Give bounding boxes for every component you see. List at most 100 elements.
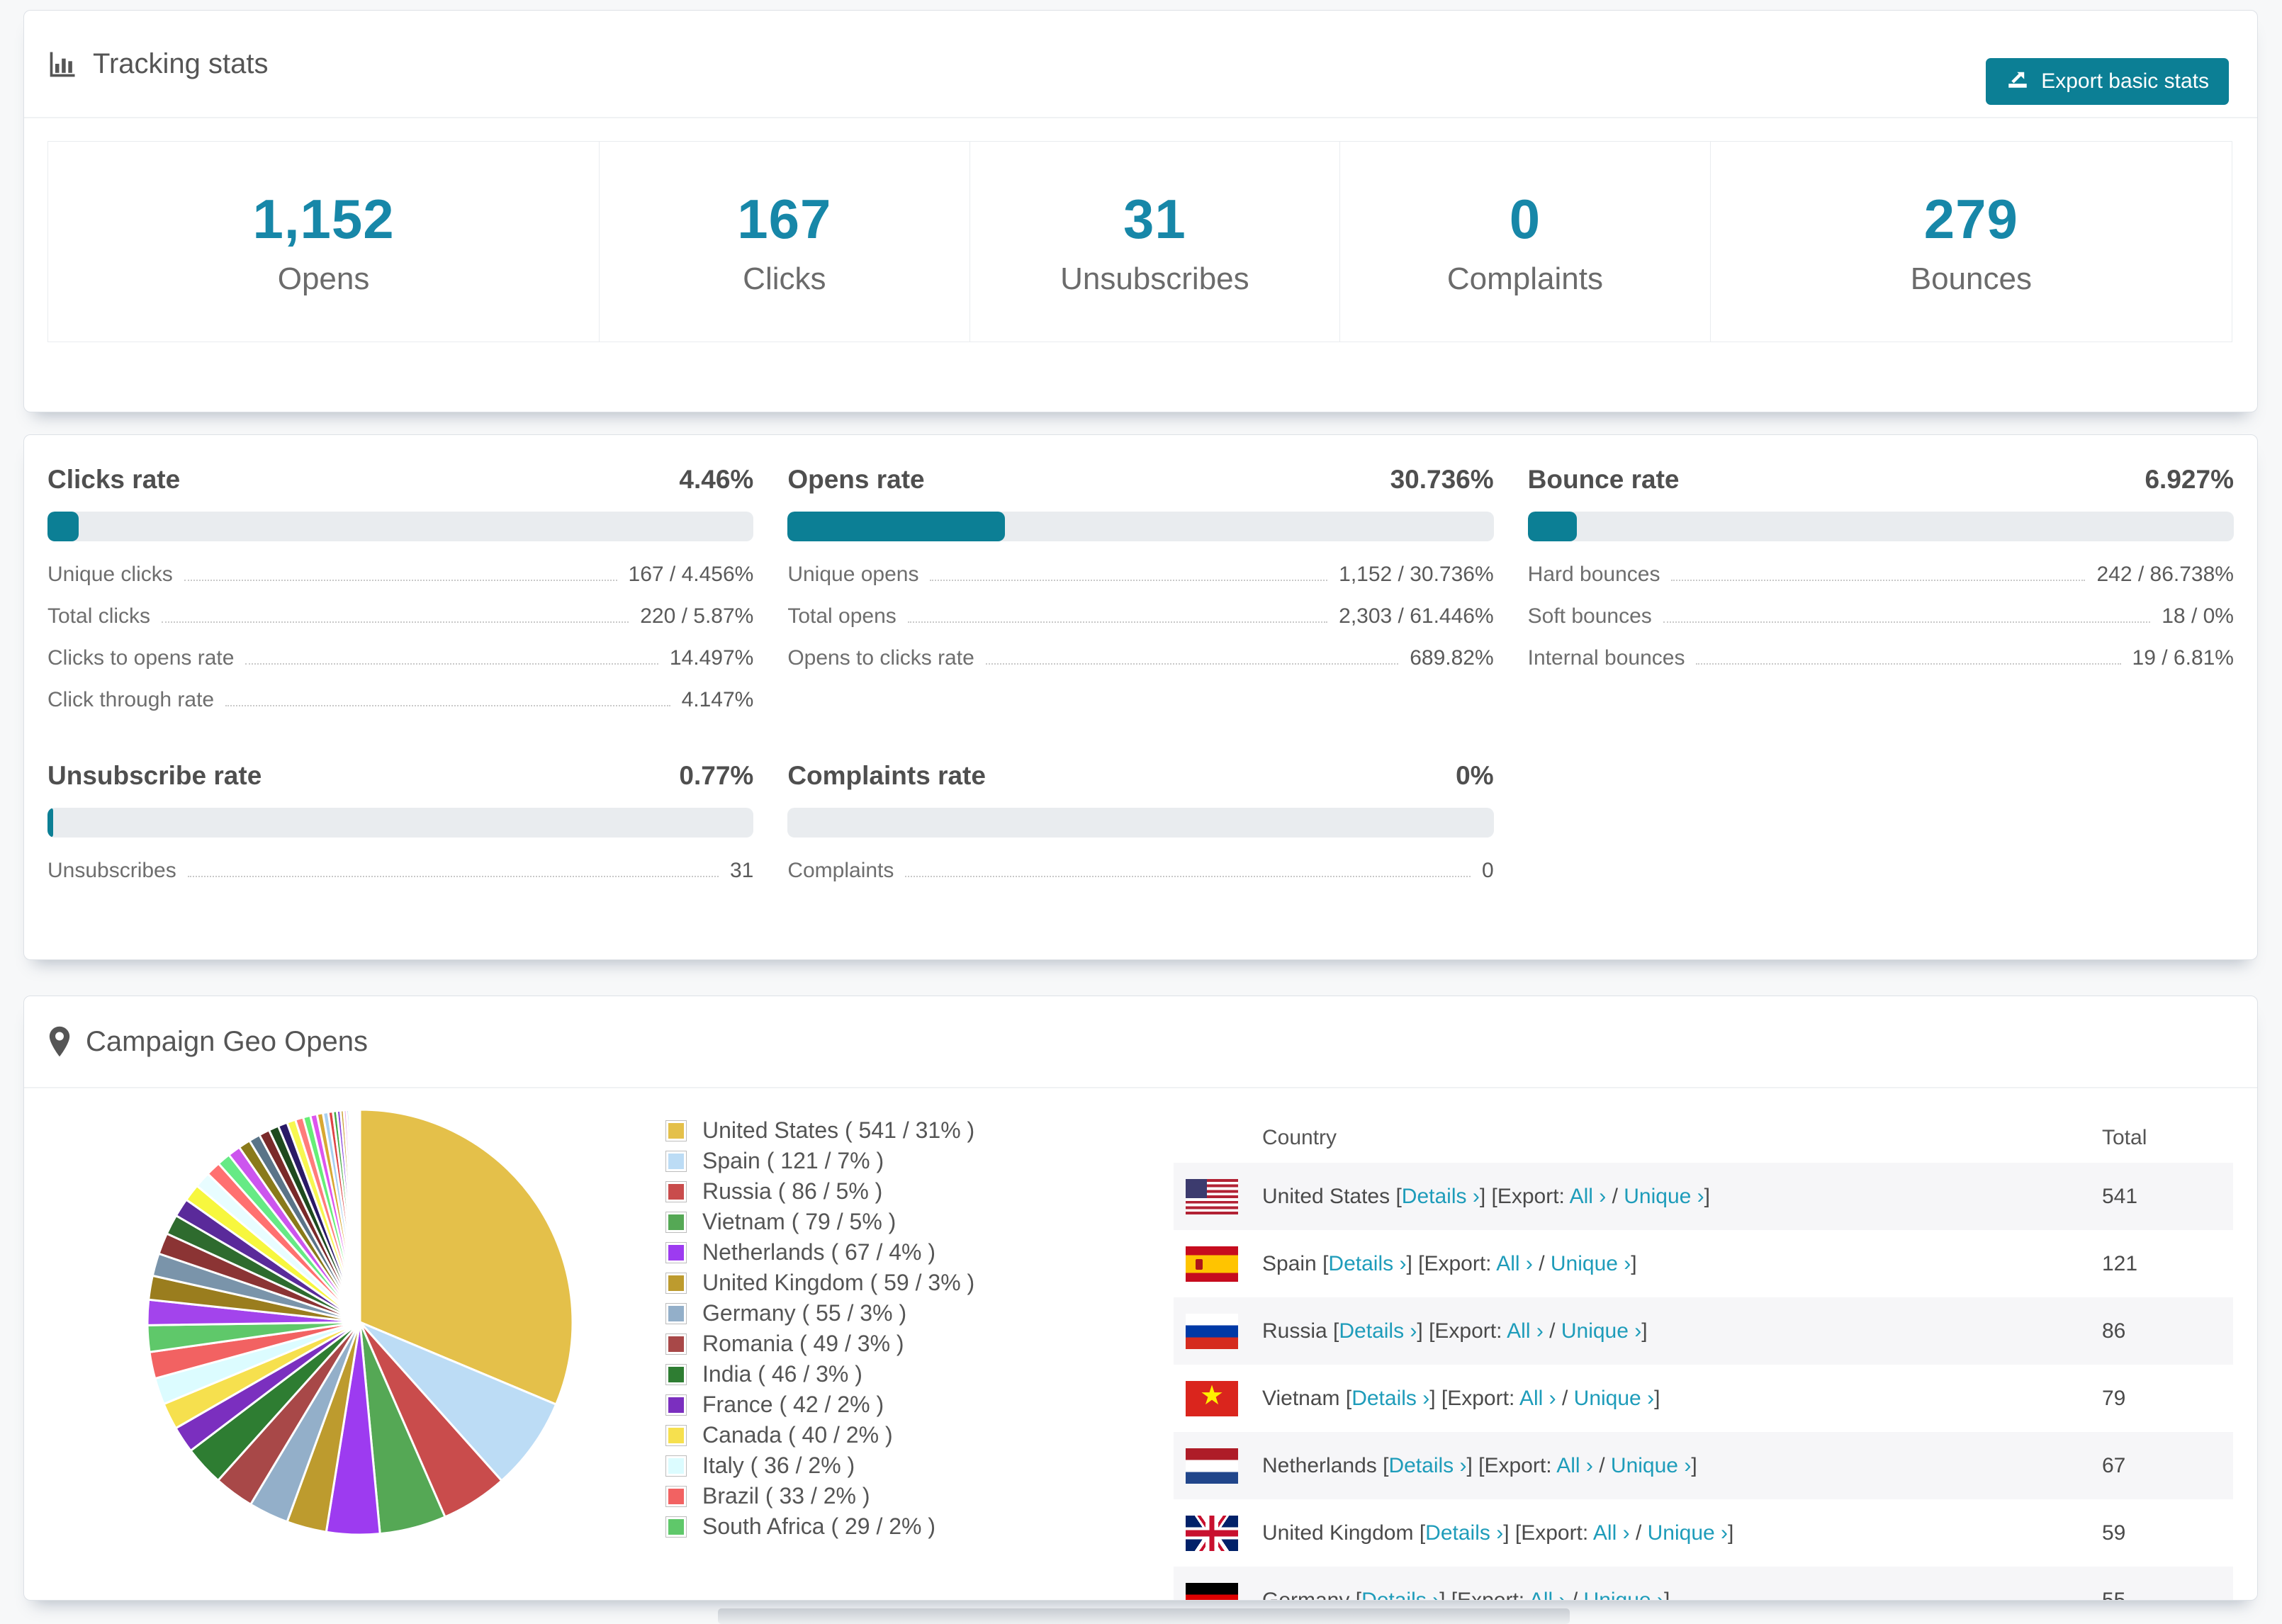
export-all-link[interactable]: All › [1556, 1454, 1593, 1477]
complaints-rate-block: Complaints rate 0% Complaints 0 [787, 761, 1494, 901]
complaints-rate-progressbar [787, 808, 1494, 838]
legend-label: Canada ( 40 / 2% ) [702, 1422, 893, 1448]
legend-item: Netherlands ( 67 / 4% ) [665, 1237, 974, 1268]
rate-row-label: Clicks to opens rate [47, 646, 235, 670]
legend-item: United States ( 541 / 31% ) [665, 1115, 974, 1146]
stat-label: Clicks [743, 261, 826, 296]
export-unique-link[interactable]: Unique › [1648, 1521, 1728, 1545]
country-name: Germany [1262, 1588, 1350, 1601]
country-name: United Kingdom [1262, 1521, 1414, 1545]
rate-row-value: 18 / 0% [2162, 604, 2234, 628]
rate-list-row: Clicks to opens rate 14.497% [47, 646, 753, 688]
stat-boxes-row: 1,152 Opens 167 Clicks 31 Unsubscribes 0… [47, 141, 2233, 342]
stat-label: Complaints [1446, 261, 1603, 296]
card-title-text: Campaign Geo Opens [86, 1025, 369, 1057]
rate-list-row: Soft bounces 18 / 0% [1528, 604, 2234, 646]
legend-item: South Africa ( 29 / 2% ) [665, 1511, 974, 1542]
legend-label: Brazil ( 33 / 2% ) [702, 1483, 870, 1509]
unsubscribe-rate-list: Unsubscribes 31 [47, 859, 753, 901]
details-link[interactable]: Details › [1328, 1252, 1406, 1275]
legend-item: France ( 42 / 2% ) [665, 1389, 974, 1420]
stat-label: Bounces [1910, 261, 2032, 296]
details-link[interactable]: Details › [1339, 1319, 1417, 1343]
export-unique-link[interactable]: Unique › [1611, 1454, 1691, 1477]
rate-row-value: 31 [729, 859, 754, 882]
export-unique-link[interactable]: Unique › [1561, 1319, 1641, 1343]
export-all-link[interactable]: All › [1593, 1521, 1630, 1545]
details-link[interactable]: Details › [1361, 1589, 1439, 1601]
table-header: Country Total [1174, 1113, 2233, 1163]
rate-row-value: 2,303 / 61.446% [1339, 604, 1494, 628]
country-total: 121 [2102, 1251, 2138, 1275]
legend-label: Romania ( 49 / 3% ) [702, 1331, 904, 1356]
complaints-rate-list: Complaints 0 [787, 859, 1493, 901]
legend-item: Canada ( 40 / 2% ) [665, 1420, 974, 1450]
export-all-link[interactable]: All › [1529, 1589, 1566, 1601]
column-header-country: Country [1262, 1126, 1337, 1149]
rate-list-row: Unique clicks 167 / 4.456% [47, 563, 753, 604]
table-row: Russia [Details ›] [Export: All › / Uniq… [1174, 1297, 2233, 1365]
details-link[interactable]: Details › [1402, 1185, 1480, 1208]
geo-opens-pie-chart [146, 1108, 574, 1536]
export-basic-stats-button[interactable]: Export basic stats [1986, 58, 2229, 105]
country-flag [1186, 1178, 1238, 1214]
export-all-link[interactable]: All › [1507, 1319, 1544, 1343]
dotted-leader [184, 580, 617, 581]
export-all-link[interactable]: All › [1519, 1387, 1556, 1410]
stat-value: 31 [1123, 187, 1186, 250]
tracking-stats-title: Tracking stats [47, 11, 268, 117]
legend-item: Italy ( 36 / 2% ) [665, 1450, 974, 1481]
stat-box: 1,152 Opens [47, 141, 600, 342]
stat-value: 279 [1923, 187, 2018, 250]
legend-label: United Kingdom ( 59 / 3% ) [702, 1270, 975, 1295]
legend-item: Romania ( 49 / 3% ) [665, 1329, 974, 1359]
export-unique-link[interactable]: Unique › [1551, 1252, 1631, 1275]
rate-row-label: Total opens [787, 604, 896, 628]
country-flag [1186, 1448, 1238, 1484]
dotted-leader [225, 705, 670, 706]
dotted-leader [245, 663, 658, 665]
opens-rate-block: Opens rate 30.736% Unique opens 1,152 / 30… [787, 465, 1494, 730]
rate-title: Unsubscribe rate [47, 761, 262, 790]
stat-box: 167 Clicks [599, 141, 970, 342]
opens-rate-progressbar [787, 512, 1494, 541]
rates-card: Clicks rate 4.46% Unique clicks 167 / 4.45… [23, 434, 2258, 960]
details-link[interactable]: Details › [1425, 1521, 1503, 1545]
details-link[interactable]: Details › [1351, 1387, 1429, 1410]
export-unique-link[interactable]: Unique › [1624, 1185, 1704, 1208]
table-body: United States [Details ›] [Export: All ›… [1174, 1163, 2233, 1601]
legend-item: Brazil ( 33 / 2% ) [665, 1481, 974, 1511]
rate-list-row: Total clicks 220 / 5.87% [47, 604, 753, 646]
legend-swatch [665, 1455, 687, 1477]
geo-title: Campaign Geo Opens [47, 996, 368, 1087]
rate-row-value: 0 [1481, 859, 1494, 882]
rate-row-label: Click through rate [47, 688, 215, 711]
rate-list-row: Total opens 2,303 / 61.446% [787, 604, 1493, 646]
rate-row-label: Complaints [787, 859, 894, 882]
rate-value: 0.77% [679, 761, 754, 790]
legend-label: Russia ( 86 / 5% ) [702, 1178, 883, 1204]
legend-label: Spain ( 121 / 7% ) [702, 1148, 884, 1173]
stat-value: 0 [1509, 187, 1541, 250]
clicks-rate-block: Clicks rate 4.46% Unique clicks 167 / 4.45… [47, 465, 754, 730]
legend-label: Netherlands ( 67 / 4% ) [702, 1239, 936, 1265]
clicks-rate-list: Unique clicks 167 / 4.456% Total clicks 22… [47, 563, 753, 730]
country-flag [1186, 1515, 1238, 1551]
rate-list-row: Hard bounces 242 / 86.738% [1528, 563, 2234, 604]
pie-slice-other-36 [358, 1108, 361, 1323]
legend-label: South Africa ( 29 / 2% ) [702, 1513, 936, 1539]
rate-list-row: Unique opens 1,152 / 30.736% [787, 563, 1493, 604]
export-all-link[interactable]: All › [1570, 1185, 1607, 1208]
export-all-link[interactable]: All › [1496, 1252, 1533, 1275]
rate-title: Complaints rate [787, 761, 986, 790]
details-link[interactable]: Details › [1388, 1454, 1466, 1477]
map-pin-icon [47, 1025, 72, 1058]
export-unique-link[interactable]: Unique › [1584, 1589, 1664, 1601]
card-title-text: Tracking stats [93, 47, 269, 79]
country-name: Spain [1262, 1251, 1317, 1275]
tracking-stats-card: Tracking stats Export basic stats 1,152 … [23, 10, 2258, 412]
dotted-leader [905, 876, 1471, 877]
dotted-leader [187, 876, 719, 877]
export-unique-link[interactable]: Unique › [1574, 1387, 1654, 1410]
legend-swatch [665, 1333, 687, 1355]
